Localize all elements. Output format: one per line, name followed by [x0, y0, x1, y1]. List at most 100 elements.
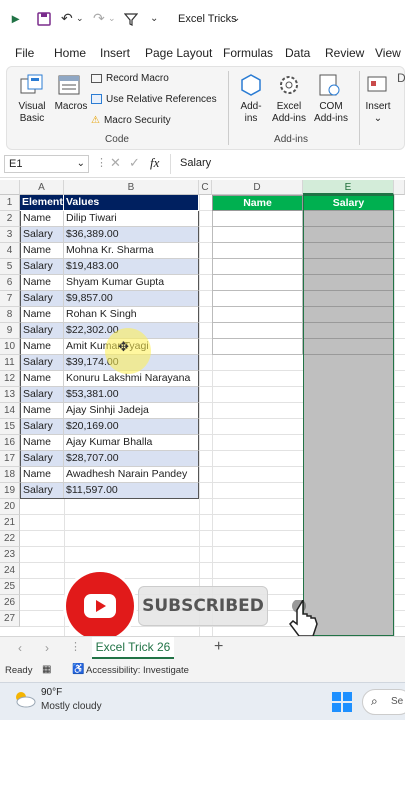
menu-insert[interactable]: Insert: [100, 46, 130, 60]
table-header-element[interactable]: Element: [20, 195, 64, 211]
table-cell-element[interactable]: Name: [20, 371, 64, 387]
output-name-cell[interactable]: [212, 227, 303, 243]
row-header[interactable]: 22: [0, 531, 20, 547]
weather-description[interactable]: Mostly cloudy: [41, 701, 102, 712]
column-header-d[interactable]: D: [212, 180, 303, 195]
row-header[interactable]: 9: [0, 323, 20, 339]
menu-review[interactable]: Review: [325, 46, 364, 60]
row-header[interactable]: 12: [0, 371, 20, 387]
row-header[interactable]: 20: [0, 499, 20, 515]
record-macro-button[interactable]: Record Macro: [91, 73, 169, 85]
table-cell-element[interactable]: Name: [20, 403, 64, 419]
table-cell-element[interactable]: Salary: [20, 355, 64, 371]
row-header[interactable]: 24: [0, 563, 20, 579]
table-cell-value[interactable]: $53,381.00: [64, 387, 199, 403]
prev-sheet-icon[interactable]: ‹: [18, 641, 22, 655]
output-name-cell[interactable]: [212, 243, 303, 259]
column-header-a[interactable]: A: [20, 180, 64, 195]
row-header[interactable]: 25: [0, 579, 20, 595]
save-icon[interactable]: [37, 12, 51, 26]
table-cell-value[interactable]: $11,597.00: [64, 483, 199, 499]
menu-data[interactable]: Data: [285, 46, 310, 60]
table-cell-element[interactable]: Salary: [20, 323, 64, 339]
table-cell-element[interactable]: Salary: [20, 451, 64, 467]
macro-security-button[interactable]: ⚠ Macro Security: [91, 115, 171, 127]
row-header[interactable]: 19: [0, 483, 20, 499]
macros-button[interactable]: Macros: [51, 101, 91, 113]
table-cell-value[interactable]: $19,483.00: [64, 259, 199, 275]
table-cell-value[interactable]: Awadhesh Narain Pandey: [64, 467, 199, 483]
more-options-icon[interactable]: ⋮: [96, 156, 107, 169]
table-cell-element[interactable]: Salary: [20, 291, 64, 307]
name-box[interactable]: E1 ⌄: [4, 155, 89, 173]
row-header[interactable]: 1: [0, 195, 20, 211]
table-cell-element[interactable]: Salary: [20, 483, 64, 499]
addins-button[interactable]: Add-ins: [235, 101, 267, 125]
table-cell-element[interactable]: Salary: [20, 419, 64, 435]
column-header-f[interactable]: [394, 180, 405, 195]
autosave-icon[interactable]: ▸: [12, 10, 19, 27]
filter-icon[interactable]: [124, 12, 138, 26]
output-name-cell[interactable]: [212, 275, 303, 291]
table-cell-value[interactable]: $20,169.00: [64, 419, 199, 435]
table-cell-element[interactable]: Salary: [20, 259, 64, 275]
row-header[interactable]: 17: [0, 451, 20, 467]
insert-control-button[interactable]: Insert ⌄: [363, 101, 393, 125]
row-header[interactable]: 8: [0, 307, 20, 323]
row-header[interactable]: 7: [0, 291, 20, 307]
table-cell-value[interactable]: Ajay Sinhji Jadeja: [64, 403, 199, 419]
table-cell-value[interactable]: $28,707.00: [64, 451, 199, 467]
output-name-cell[interactable]: [212, 259, 303, 275]
row-header[interactable]: 21: [0, 515, 20, 531]
row-header[interactable]: 27: [0, 611, 20, 627]
accessibility-status[interactable]: Accessibility: Investigate: [86, 665, 189, 676]
add-sheet-button[interactable]: +: [214, 638, 223, 656]
redo-icon[interactable]: ↷: [93, 10, 105, 27]
use-relative-references-button[interactable]: Use Relative References: [91, 94, 217, 106]
redo-dropdown-icon[interactable]: ⌄: [108, 13, 116, 24]
menu-home[interactable]: Home: [54, 46, 86, 60]
next-sheet-icon[interactable]: ›: [45, 641, 49, 655]
output-name-cell[interactable]: [212, 291, 303, 307]
select-all-corner[interactable]: [0, 180, 20, 195]
title-dropdown-icon[interactable]: ⌄: [232, 13, 240, 24]
window-title[interactable]: Excel Tricks: [178, 13, 237, 25]
table-cell-element[interactable]: Name: [20, 339, 64, 355]
row-header[interactable]: 3: [0, 227, 20, 243]
row-header[interactable]: 5: [0, 259, 20, 275]
visual-basic-button[interactable]: Visual Basic: [13, 101, 51, 125]
table-cell-element[interactable]: Name: [20, 243, 64, 259]
weather-temp[interactable]: 90°F: [41, 687, 62, 698]
row-header[interactable]: 15: [0, 419, 20, 435]
menu-page-layout[interactable]: Page Layout: [145, 46, 212, 60]
taskbar-search[interactable]: ⌕ Se: [362, 689, 405, 715]
output-name-header[interactable]: Name: [212, 195, 303, 211]
row-header[interactable]: 23: [0, 547, 20, 563]
row-header[interactable]: 26: [0, 595, 20, 611]
table-cell-element[interactable]: Name: [20, 307, 64, 323]
row-header[interactable]: 4: [0, 243, 20, 259]
row-header[interactable]: 13: [0, 387, 20, 403]
column-header-e[interactable]: E: [303, 180, 394, 195]
cancel-icon[interactable]: ✕: [110, 155, 121, 171]
menu-formulas[interactable]: Formulas: [223, 46, 273, 60]
table-cell-element[interactable]: Name: [20, 467, 64, 483]
row-header[interactable]: 18: [0, 467, 20, 483]
excel-addins-button[interactable]: Excel Add-ins: [269, 101, 309, 125]
table-cell-value[interactable]: Rohan K Singh: [64, 307, 199, 323]
subscribed-button[interactable]: SUBSCRIBED: [138, 586, 268, 626]
menu-view[interactable]: View: [375, 46, 401, 60]
table-cell-value[interactable]: Ajay Kumar Bhalla: [64, 435, 199, 451]
sheet-options-icon[interactable]: ⋮: [70, 640, 81, 653]
insert-function-icon[interactable]: fx: [150, 155, 159, 171]
table-header-values[interactable]: Values: [64, 195, 199, 211]
table-cell-value[interactable]: $9,857.00: [64, 291, 199, 307]
table-cell-element[interactable]: Name: [20, 275, 64, 291]
row-header[interactable]: 14: [0, 403, 20, 419]
menu-file[interactable]: File: [15, 46, 34, 60]
undo-dropdown-icon[interactable]: ⌄: [76, 13, 84, 24]
output-name-cell[interactable]: [212, 307, 303, 323]
table-cell-element[interactable]: Name: [20, 435, 64, 451]
table-cell-element[interactable]: Salary: [20, 227, 64, 243]
row-header[interactable]: 11: [0, 355, 20, 371]
